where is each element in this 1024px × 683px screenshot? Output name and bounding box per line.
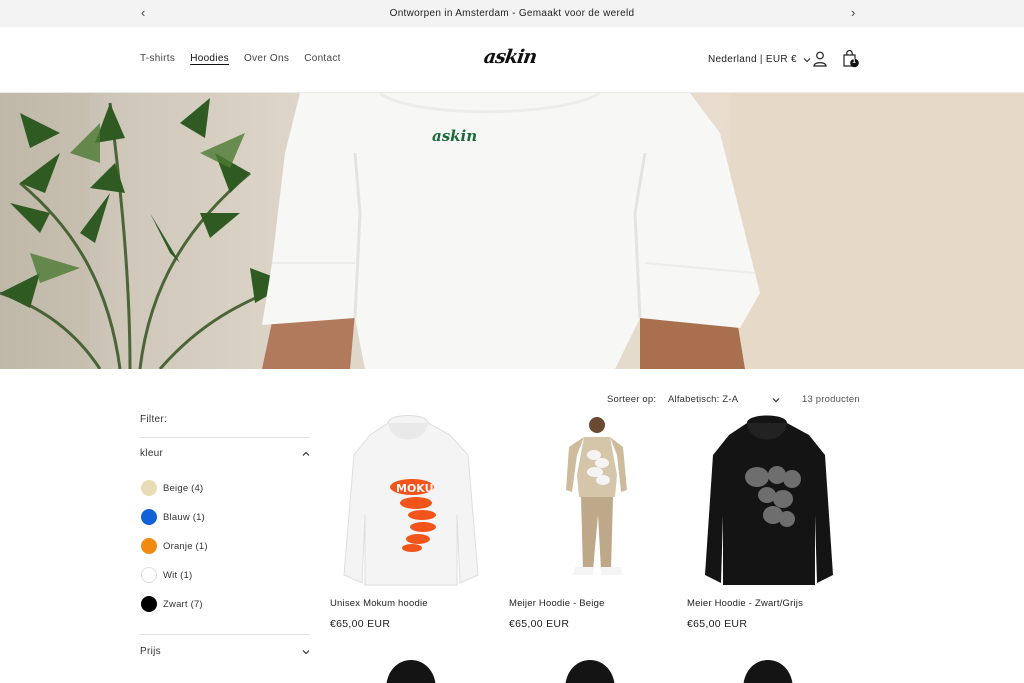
filter-divider bbox=[140, 634, 310, 635]
filter-heading: Filter: bbox=[140, 414, 168, 425]
product-image bbox=[386, 660, 436, 683]
color-facet-toggle[interactable]: kleur bbox=[140, 448, 310, 459]
product-count: 13 producten bbox=[802, 394, 860, 405]
chevron-up-icon bbox=[302, 451, 310, 456]
hero-image: askin bbox=[0, 93, 1024, 369]
announcement-text: Ontworpen in Amsterdam - Gemaakt voor de… bbox=[389, 8, 635, 19]
cart-icon[interactable]: 1 bbox=[842, 49, 860, 69]
product-name: Meijer Hoodie - Beige bbox=[509, 598, 605, 609]
product-price: €65,00 EUR bbox=[509, 618, 570, 630]
color-option-label: Beige (4) bbox=[163, 482, 204, 494]
color-option-beige[interactable]: Beige (4) bbox=[141, 480, 203, 496]
filter-divider bbox=[140, 437, 310, 438]
swatch-wit bbox=[141, 567, 157, 583]
color-facet-label: kleur bbox=[140, 448, 164, 459]
swatch-blauw bbox=[141, 509, 157, 525]
product-card[interactable]: Meijer Hoodie - Beige €65,00 EUR bbox=[509, 415, 674, 630]
chevron-down-icon bbox=[772, 398, 780, 403]
shirt-logo-print: askin bbox=[432, 127, 477, 145]
main-nav: T-shirts Hoodies Over Ons Contact bbox=[140, 53, 341, 64]
product-price: €65,00 EUR bbox=[687, 618, 748, 630]
announcement-prev-arrow-icon[interactable]: ‹ bbox=[141, 5, 146, 20]
color-option-label: Wit (1) bbox=[163, 569, 193, 581]
product-name: Meier Hoodie - Zwart/Grijs bbox=[687, 598, 804, 609]
product-card[interactable] bbox=[509, 650, 674, 683]
country-selector[interactable]: Nederland | EUR € bbox=[708, 54, 811, 65]
sort-value: Alfabetisch: Z-A bbox=[668, 394, 739, 405]
color-option-oranje[interactable]: Oranje (1) bbox=[141, 538, 208, 554]
sort-select[interactable]: Alfabetisch: Z-A bbox=[668, 394, 780, 405]
account-icon[interactable] bbox=[813, 51, 827, 67]
product-image bbox=[565, 660, 615, 683]
nav-item-tshirts[interactable]: T-shirts bbox=[140, 53, 175, 64]
color-option-label: Zwart (7) bbox=[163, 598, 203, 610]
nav-item-hoodies[interactable]: Hoodies bbox=[190, 53, 229, 64]
price-facet-toggle[interactable]: Prijs bbox=[140, 646, 310, 657]
swatch-beige bbox=[141, 480, 157, 496]
country-label: Nederland | EUR € bbox=[708, 54, 797, 65]
product-card[interactable]: Meier Hoodie - Zwart/Grijs €65,00 EUR bbox=[687, 415, 852, 630]
cart-count-badge: 1 bbox=[852, 58, 856, 66]
color-option-label: Blauw (1) bbox=[163, 511, 205, 523]
announcement-bar: ‹ Ontworpen in Amsterdam - Gemaakt voor … bbox=[0, 0, 1024, 27]
product-image bbox=[743, 660, 793, 683]
nav-item-contact[interactable]: Contact bbox=[304, 53, 341, 64]
product-card[interactable] bbox=[330, 650, 495, 683]
swatch-oranje bbox=[141, 538, 157, 554]
product-image: MOKUM bbox=[330, 415, 495, 590]
color-option-wit[interactable]: Wit (1) bbox=[141, 567, 192, 583]
svg-text:MOKUM: MOKUM bbox=[396, 482, 445, 495]
product-price: €65,00 EUR bbox=[330, 618, 391, 630]
product-name: Unisex Mokum hoodie bbox=[330, 598, 428, 609]
color-option-label: Oranje (1) bbox=[163, 540, 208, 552]
announcement-next-arrow-icon[interactable]: › bbox=[851, 5, 856, 20]
chevron-down-icon bbox=[803, 57, 811, 62]
swatch-zwart bbox=[141, 596, 157, 612]
sort-label: Sorteer op: bbox=[607, 394, 657, 405]
color-option-blauw[interactable]: Blauw (1) bbox=[141, 509, 205, 525]
product-image bbox=[509, 415, 674, 590]
product-image bbox=[687, 415, 852, 590]
site-header: T-shirts Hoodies Over Ons Contact askin … bbox=[0, 27, 1024, 93]
chevron-down-icon bbox=[302, 649, 310, 654]
site-logo[interactable]: askin bbox=[482, 46, 537, 68]
product-card[interactable] bbox=[687, 650, 852, 683]
nav-item-over-ons[interactable]: Over Ons bbox=[244, 53, 289, 64]
product-card[interactable]: MOKUM Unisex Mokum hoodie €65,00 EUR bbox=[330, 415, 495, 630]
hero-banner: askin bbox=[0, 93, 1024, 369]
color-option-zwart[interactable]: Zwart (7) bbox=[141, 596, 203, 612]
price-facet-label: Prijs bbox=[140, 646, 161, 657]
